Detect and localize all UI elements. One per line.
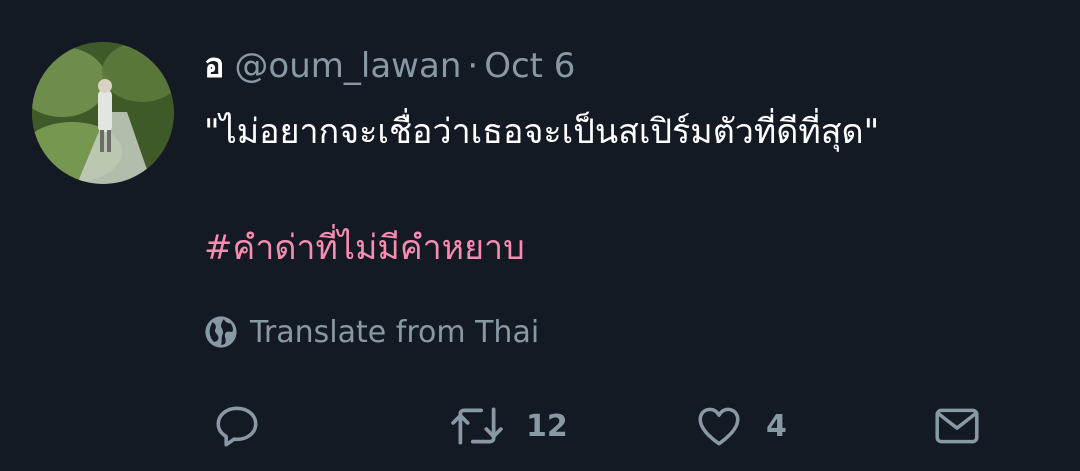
avatar[interactable] xyxy=(32,42,174,184)
separator: · xyxy=(467,46,479,86)
retweet-count: 12 xyxy=(526,408,568,444)
tweet-text: "ไม่อยากจะเชื่อว่าเธอจะเป็นสเปิร์มตัวที่… xyxy=(204,112,880,152)
reply-icon xyxy=(216,406,258,447)
user-handle[interactable]: @oum_lawan xyxy=(234,46,461,86)
like-button[interactable]: 4 xyxy=(694,398,787,454)
tweet-card: อ @oum_lawan · Oct 6 "ไม่อยากจะเชื่อว่าเธอจ… xyxy=(0,0,1080,471)
avatar-photo xyxy=(32,42,174,184)
retweet-button[interactable]: 12 xyxy=(450,398,568,454)
action-bar: 12 4 xyxy=(0,398,1080,454)
tweet-date[interactable]: Oct 6 xyxy=(484,46,575,86)
heart-icon xyxy=(698,407,740,446)
translate-label: Translate from Thai xyxy=(250,314,540,350)
hashtag-link[interactable]: #คำด่าที่ไม่มีคำหยาบ xyxy=(204,224,525,272)
tweet-header: อ @oum_lawan · Oct 6 xyxy=(204,44,575,88)
display-name[interactable]: อ xyxy=(204,46,224,86)
translate-button[interactable]: Translate from Thai xyxy=(204,310,539,354)
like-count: 4 xyxy=(766,408,787,444)
globe-icon xyxy=(205,316,237,348)
reply-button[interactable] xyxy=(212,398,262,454)
retweet-icon xyxy=(451,407,503,445)
mail-icon xyxy=(935,408,979,444)
direct-message-button[interactable] xyxy=(932,398,982,454)
